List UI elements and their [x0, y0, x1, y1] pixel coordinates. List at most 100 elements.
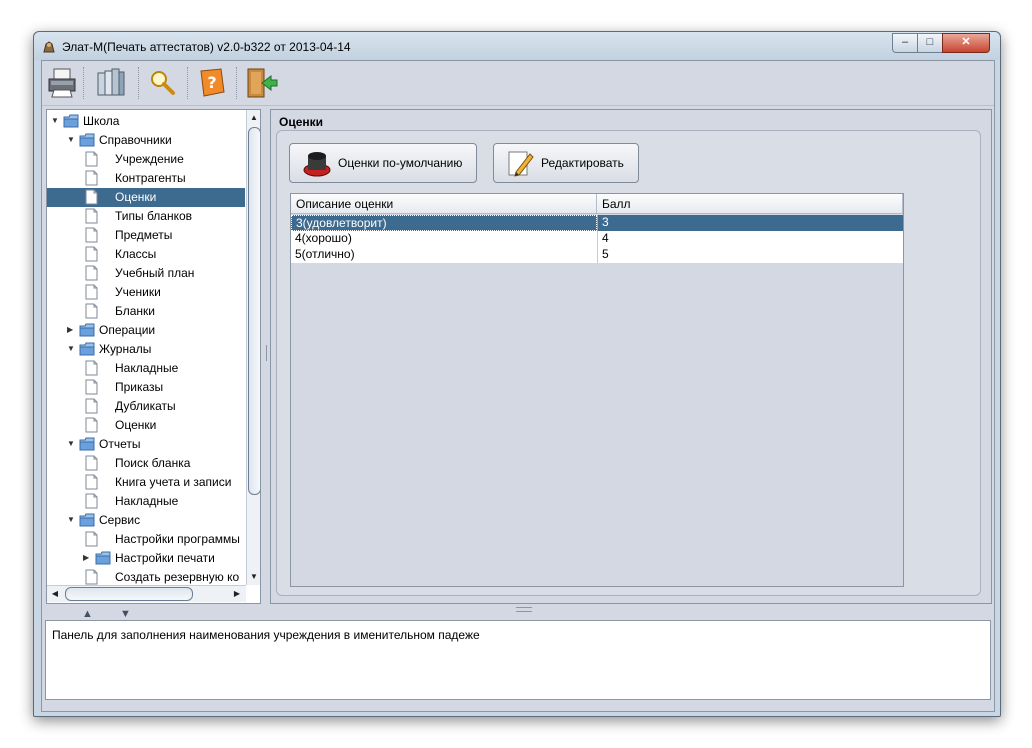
- tree-item[interactable]: Настройки программы: [47, 530, 245, 549]
- document-icon: [85, 265, 98, 281]
- scroll-down-arrow-icon[interactable]: ▼: [247, 570, 260, 584]
- toolbar-separator: [187, 67, 189, 99]
- tree-item-label: Отчеты: [99, 437, 141, 451]
- app-logo-icon: [43, 41, 55, 53]
- expand-arrow-icon[interactable]: ▶: [67, 326, 75, 334]
- folder-icon: [95, 551, 111, 565]
- title-bar[interactable]: Элат-М(Печать аттестатов) v2.0-b322 от 2…: [34, 32, 1000, 60]
- help-book-icon[interactable]: ?: [195, 66, 229, 100]
- document-icon: [85, 170, 98, 186]
- tree-item-label: Журналы: [99, 342, 152, 356]
- tree-item[interactable]: ▼ Журналы: [47, 340, 245, 359]
- tree-item-label: Настройки программы: [115, 532, 240, 546]
- printer-icon[interactable]: [45, 66, 79, 100]
- tree-item[interactable]: ▶ Операции: [47, 321, 245, 340]
- tree-item[interactable]: Накладные: [47, 492, 245, 511]
- expand-arrow-icon[interactable]: ▶: [83, 554, 91, 562]
- horizontal-splitter-handle[interactable]: [516, 607, 532, 612]
- cell-score[interactable]: 5: [597, 247, 903, 263]
- document-icon: [85, 208, 98, 224]
- tree-item[interactable]: ▼ Сервис: [47, 511, 245, 530]
- document-icon: [85, 531, 98, 547]
- table-row[interactable]: 5(отлично) 5: [291, 247, 903, 263]
- search-icon[interactable]: [146, 66, 180, 100]
- default-grades-button[interactable]: Оценки по-умолчанию: [289, 143, 477, 183]
- folder-icon: [79, 342, 95, 356]
- tree-item[interactable]: ▶ Настройки печати: [47, 549, 245, 568]
- tree-item[interactable]: Поиск бланка: [47, 454, 245, 473]
- document-icon: [85, 474, 98, 490]
- collapse-arrow-icon[interactable]: ▼: [67, 516, 75, 524]
- splitter-down-arrow-icon[interactable]: ▼: [120, 608, 131, 620]
- tree-vertical-scrollbar[interactable]: ▲ ▼: [246, 110, 260, 585]
- table-row[interactable]: 3(удовлетворит) 3: [291, 215, 903, 231]
- tree-item[interactable]: Книга учета и записи: [47, 473, 245, 492]
- tree-item[interactable]: ▼ Отчеты: [47, 435, 245, 454]
- collapse-arrow-icon[interactable]: ▼: [67, 440, 75, 448]
- tree-item-label: Оценки: [115, 418, 157, 432]
- tree-item[interactable]: ▼ Школа: [47, 112, 245, 131]
- tree-item[interactable]: Накладные: [47, 359, 245, 378]
- tree-item-label: Классы: [115, 247, 157, 261]
- tree-item[interactable]: Классы: [47, 245, 245, 264]
- tree-item-label: Книга учета и записи: [115, 475, 232, 489]
- column-header-score[interactable]: Балл: [597, 194, 903, 214]
- tree-item[interactable]: Бланки: [47, 302, 245, 321]
- tree-item[interactable]: Учебный план: [47, 264, 245, 283]
- minimize-button[interactable]: –: [892, 33, 918, 53]
- table-row[interactable]: 4(хорошо) 4: [291, 231, 903, 247]
- cell-description[interactable]: 4(хорошо): [291, 231, 597, 247]
- cell-description[interactable]: 3(удовлетворит): [291, 215, 597, 231]
- document-icon: [85, 360, 98, 376]
- exit-door-icon[interactable]: [244, 66, 278, 100]
- tree-item-label: Поиск бланка: [115, 456, 191, 470]
- tree-item[interactable]: Приказы: [47, 378, 245, 397]
- document-icon: [85, 227, 98, 243]
- document-icon: [85, 189, 98, 205]
- status-text: Панель для заполнения наименования учреж…: [52, 628, 480, 642]
- tree-item[interactable]: Учреждение: [47, 150, 245, 169]
- documents-icon[interactable]: [94, 66, 128, 100]
- tree-horizontal-scrollbar[interactable]: ◀ ▶: [47, 585, 246, 602]
- splitter-up-arrow-icon[interactable]: ▲: [82, 608, 93, 620]
- tree-item[interactable]: Предметы: [47, 226, 245, 245]
- scroll-right-arrow-icon[interactable]: ▶: [230, 587, 244, 601]
- edit-label: Редактировать: [541, 156, 624, 170]
- tree-item[interactable]: ▼ Справочники: [47, 131, 245, 150]
- cell-score[interactable]: 3: [597, 215, 903, 231]
- cell-description[interactable]: 5(отлично): [291, 247, 597, 263]
- tree-item-label: Приказы: [115, 380, 164, 394]
- client-area: ? ▼ Школа ▼ Справочники Учреждение Контрагент…: [41, 60, 995, 712]
- tree-item[interactable]: Дубликаты: [47, 397, 245, 416]
- maximize-button[interactable]: □: [917, 33, 943, 53]
- column-header-description[interactable]: Описание оценки: [291, 194, 597, 214]
- navigation-tree: ▼ Школа ▼ Справочники Учреждение Контрагенты О…: [46, 109, 261, 604]
- close-button[interactable]: ✕: [942, 33, 990, 53]
- collapse-arrow-icon[interactable]: ▼: [51, 117, 59, 125]
- cell-score[interactable]: 4: [597, 231, 903, 247]
- collapse-arrow-icon[interactable]: ▼: [67, 136, 75, 144]
- document-icon: [85, 455, 98, 471]
- tree-item[interactable]: Ученики: [47, 283, 245, 302]
- folder-icon: [79, 437, 95, 451]
- window-title: Элат-М(Печать аттестатов) v2.0-b322 от 2…: [62, 40, 351, 54]
- edit-button[interactable]: Редактировать: [493, 143, 639, 183]
- tree-item[interactable]: Оценки: [47, 416, 245, 435]
- tree-item-label: Накладные: [115, 494, 179, 508]
- scroll-up-arrow-icon[interactable]: ▲: [247, 111, 260, 125]
- scroll-left-arrow-icon[interactable]: ◀: [48, 587, 62, 601]
- tree-item[interactable]: Оценки: [47, 188, 245, 207]
- content-title: Оценки: [279, 115, 324, 129]
- tree-item[interactable]: Типы бланков: [47, 207, 245, 226]
- document-icon: [85, 569, 98, 585]
- folder-icon: [79, 133, 95, 147]
- toolbar: ?: [42, 61, 994, 106]
- status-panel: Панель для заполнения наименования учреж…: [45, 620, 991, 700]
- document-icon: [85, 246, 98, 262]
- tree-item-label: Учреждение: [115, 152, 184, 166]
- tree-scroll-thumb[interactable]: [248, 127, 260, 495]
- folder-icon: [79, 513, 95, 527]
- collapse-arrow-icon[interactable]: ▼: [67, 345, 75, 353]
- tree-item[interactable]: Контрагенты: [47, 169, 245, 188]
- tree-hscroll-thumb[interactable]: [65, 587, 193, 601]
